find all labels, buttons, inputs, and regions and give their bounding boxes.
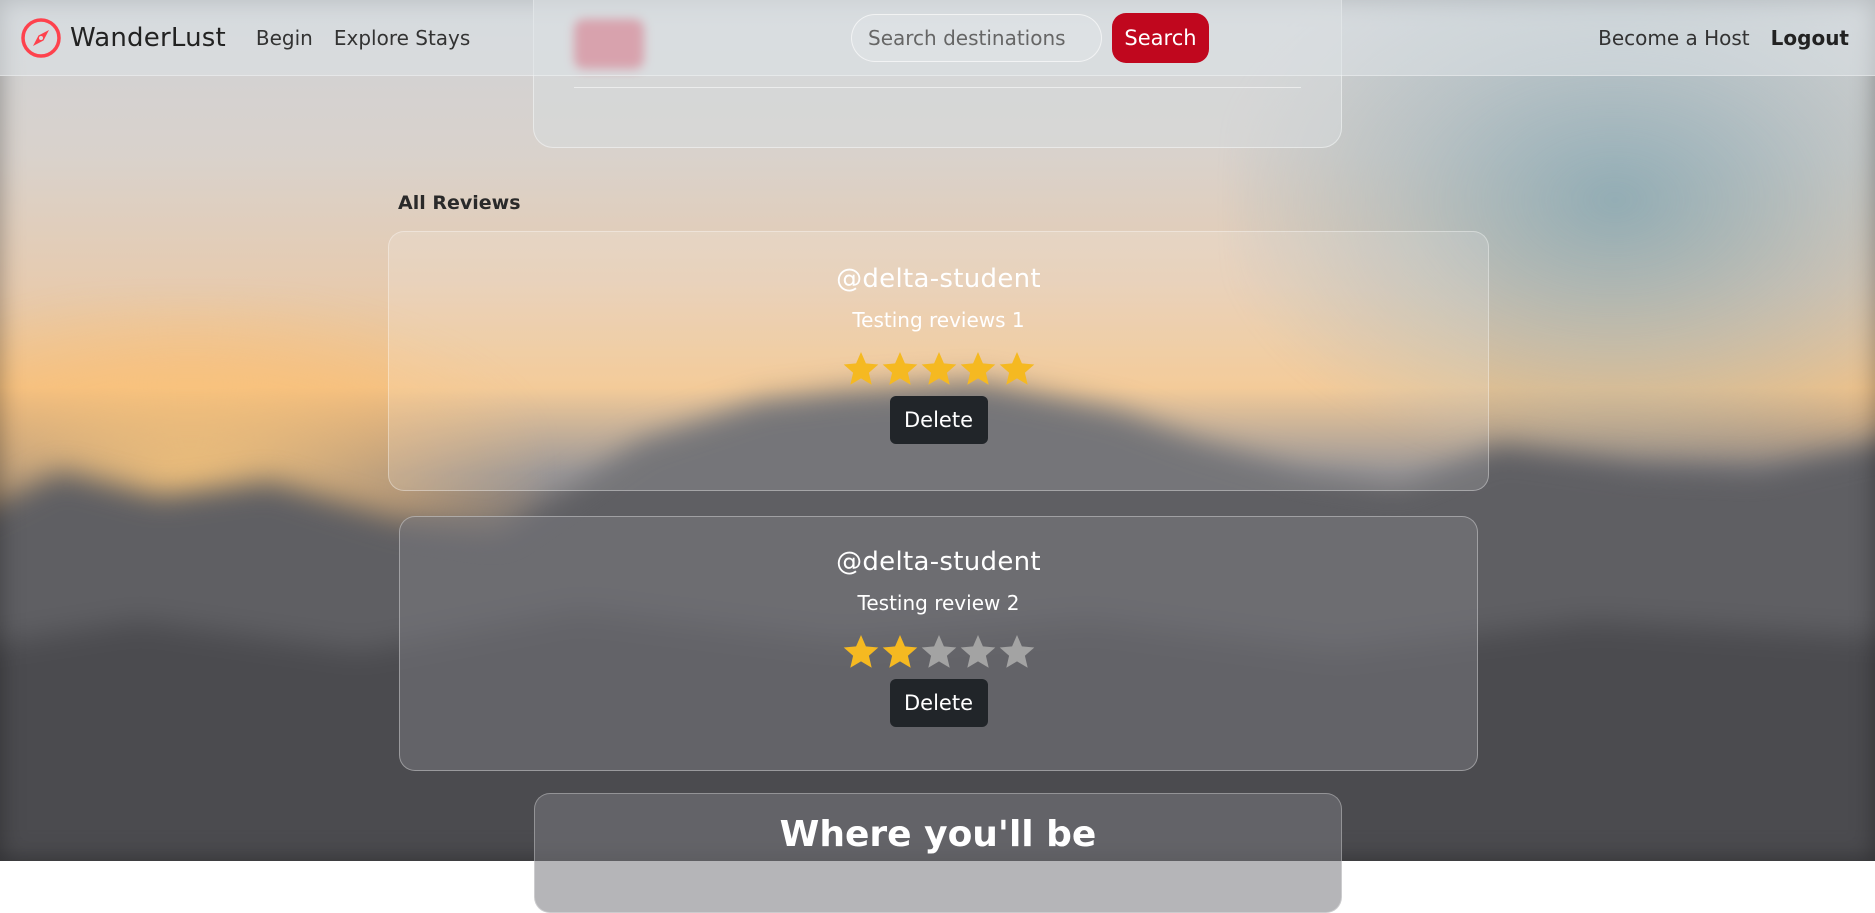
reviews-heading: All Reviews <box>398 192 521 214</box>
nav-right: Become a Host Logout <box>1598 26 1849 50</box>
star-icon <box>882 352 917 385</box>
delete-review-button[interactable]: Delete <box>889 679 988 727</box>
compass-icon <box>21 17 61 58</box>
map-heading: Where you'll be <box>779 814 1097 855</box>
review-author: @delta-student <box>836 547 1041 577</box>
delete-review-button[interactable]: Delete <box>889 396 988 444</box>
logout-link[interactable]: Logout <box>1771 26 1849 50</box>
star-icon <box>921 352 956 385</box>
divider <box>574 87 1301 88</box>
star-icon <box>960 352 995 385</box>
star-icon <box>843 635 878 668</box>
brand-link[interactable]: WanderLust <box>20 17 226 59</box>
review-card: @delta-student Testing reviews 1 Delete <box>388 231 1489 491</box>
star-icon <box>960 635 995 668</box>
review-comment: Testing review 2 <box>857 591 1020 615</box>
review-author: @delta-student <box>836 264 1041 294</box>
review-card: @delta-student Testing review 2 Delete <box>399 516 1478 771</box>
star-icon <box>882 635 917 668</box>
review-comment: Testing reviews 1 <box>852 308 1025 332</box>
search-form: Search <box>851 13 1209 63</box>
map-section: Where you'll be <box>534 793 1342 913</box>
star-icon <box>999 635 1034 668</box>
nav-link-begin[interactable]: Begin <box>256 26 313 50</box>
star-rating <box>389 350 1488 390</box>
search-input[interactable] <box>851 14 1102 62</box>
brand-name: WanderLust <box>70 22 226 53</box>
star-icon <box>999 352 1034 385</box>
become-host-link[interactable]: Become a Host <box>1598 26 1750 50</box>
star-icon <box>843 352 878 385</box>
nav-link-explore-stays[interactable]: Explore Stays <box>334 26 470 50</box>
star-icon <box>921 635 956 668</box>
star-rating <box>400 633 1477 673</box>
search-button[interactable]: Search <box>1112 13 1209 63</box>
